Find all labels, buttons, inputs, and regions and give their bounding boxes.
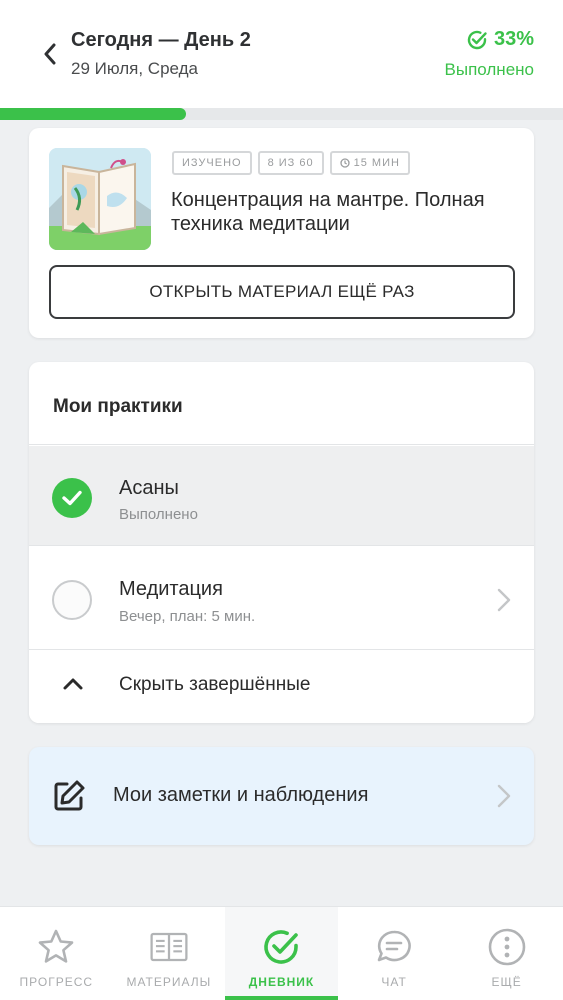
nav-label: ЕЩЁ [491, 975, 522, 989]
practice-item-meditation[interactable]: Медитация Вечер, план: 5 мин. [29, 550, 534, 650]
material-card: ИЗУЧЕНО 8 ИЗ 60 15 МИН Концентрация на м… [29, 128, 534, 338]
practices-header: Мои практики [29, 362, 534, 445]
notes-label: Мои заметки и наблюдения [113, 784, 369, 806]
practice-subtitle: Выполнено [119, 506, 198, 523]
practice-title: Медитация [119, 578, 223, 600]
edit-note-icon [54, 780, 85, 811]
day-progress-bar [0, 108, 563, 120]
clock-icon [339, 158, 350, 168]
hide-completed-label: Скрыть завершённые [119, 674, 311, 695]
more-icon [487, 927, 527, 967]
chat-bubble-icon [374, 927, 414, 967]
practice-title: Асаны [119, 477, 179, 499]
hide-completed-toggle[interactable]: Скрыть завершённые [29, 650, 534, 723]
status-badge: ИЗУЧЕНО [172, 151, 252, 175]
nav-diary[interactable]: ДНЕВНИК [225, 907, 338, 1000]
nav-chat[interactable]: ЧАТ [338, 907, 451, 1000]
star-icon [36, 927, 76, 967]
incomplete-circle-icon[interactable] [52, 580, 92, 620]
duration-badge: 15 МИН [329, 151, 410, 175]
practices-card: Мои практики Асаны Выполнено Медитация В… [29, 362, 534, 723]
check-circle-icon [467, 30, 487, 49]
notes-card[interactable]: Мои заметки и наблюдения [29, 747, 534, 845]
practice-subtitle: Вечер, план: 5 мин. [119, 608, 256, 625]
chevron-right-icon [497, 784, 511, 808]
nav-progress[interactable]: ПРОГРЕСС [0, 907, 113, 1000]
check-icon [62, 490, 82, 506]
completed-check-icon[interactable] [52, 478, 92, 518]
header: Сегодня — День 2 29 Июля, Среда 33% Выпо… [0, 0, 563, 108]
bottom-nav: ПРОГРЕСС МАТЕРИАЛЫ ДНЕВНИК ЧАТ ЕЩЁ [0, 906, 563, 1000]
completion-status: Выполнено [444, 60, 534, 79]
material-tags: ИЗУЧЕНО 8 ИЗ 60 15 МИН [172, 151, 410, 175]
chevron-left-icon [44, 43, 56, 65]
material-thumbnail[interactable] [49, 148, 151, 250]
practices-title: Мои практики [53, 396, 183, 417]
completion-percent: 33% [493, 28, 534, 50]
book-icon [149, 927, 189, 967]
chevron-up-icon [63, 678, 83, 690]
active-tab-indicator [225, 996, 338, 1000]
book-illustration [49, 148, 151, 250]
nav-label: ЧАТ [381, 975, 407, 989]
open-material-again-button[interactable]: ОТКРЫТЬ МАТЕРИАЛ ЕЩЁ РАЗ [49, 265, 515, 319]
check-circle-icon [261, 927, 301, 967]
back-button[interactable] [38, 40, 62, 68]
completion-indicator: 33% [466, 28, 534, 51]
nav-more[interactable]: ЕЩЁ [450, 907, 563, 1000]
material-title[interactable]: Концентрация на мантре. Полная техника м… [171, 188, 501, 236]
nav-label: МАТЕРИАЛЫ [126, 975, 212, 989]
chevron-right-icon [497, 588, 511, 612]
page-date: 29 Июля, Среда [71, 59, 198, 78]
day-progress-fill [0, 108, 186, 120]
nav-label: ДНЕВНИК [248, 975, 315, 989]
practice-item-asany[interactable]: Асаны Выполнено [29, 446, 534, 546]
progress-badge: 8 ИЗ 60 [257, 151, 324, 175]
page-title: Сегодня — День 2 [71, 29, 251, 51]
nav-materials[interactable]: МАТЕРИАЛЫ [113, 907, 226, 1000]
nav-label: ПРОГРЕСС [19, 975, 94, 989]
